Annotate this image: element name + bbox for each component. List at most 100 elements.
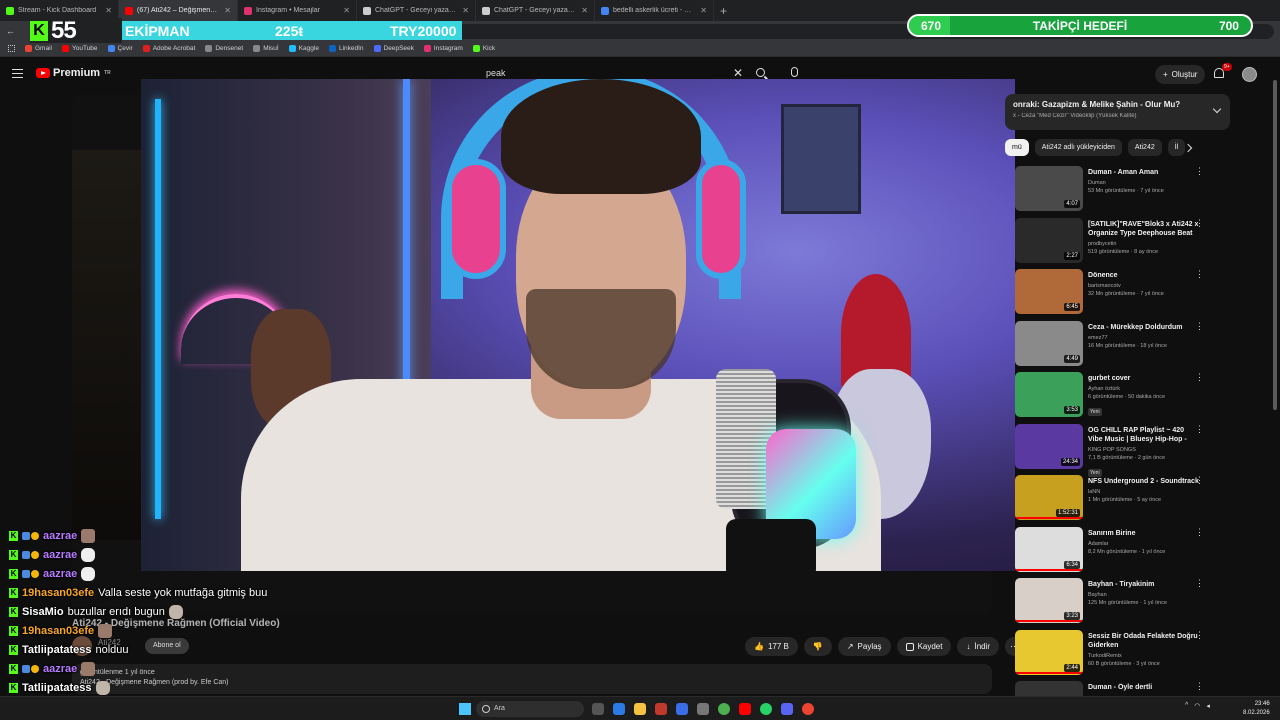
video-channel[interactable]: Ayhan öztürk [1088, 386, 1200, 392]
bookmark-item[interactable]: LinkedIn [328, 45, 364, 52]
browser-tab[interactable]: bedelli askerlik ücreti - Google✕ [595, 0, 714, 21]
bookmark-item[interactable]: DeepSeek [373, 45, 414, 52]
share-button[interactable]: ↗ Paylaş [837, 637, 891, 656]
more-options-icon[interactable]: ⋮ [1195, 682, 1204, 691]
chat-username[interactable]: aazrae [43, 530, 77, 542]
recommended-video[interactable]: 4:49 Ceza - Mürekkep Doldurdum emez77 16 Mn… [1015, 320, 1205, 367]
more-options-icon[interactable]: ⋮ [1195, 321, 1204, 330]
more-options-icon[interactable]: ⋮ [1195, 579, 1204, 588]
more-options-icon[interactable]: ⋮ [1195, 270, 1204, 279]
youtube-icon[interactable] [739, 703, 751, 715]
close-tab-icon[interactable]: ✕ [105, 6, 112, 15]
store-icon[interactable] [676, 703, 688, 715]
video-thumbnail[interactable]: 3:23 [1015, 578, 1083, 623]
recommended-video[interactable]: 24:34 OG CHILL RAP Playlist ~ 420 Vibe Mu… [1015, 423, 1205, 477]
youtube-logo[interactable]: Premium TR [36, 67, 111, 79]
recommended-video[interactable]: 3:53 gurbet cover Ayhan öztürk 6 görüntülem… [1015, 372, 1205, 418]
video-channel[interactable]: prodbycetin [1088, 241, 1200, 247]
wifi-icon[interactable]: ◠ [1194, 702, 1200, 710]
app-icon[interactable] [655, 703, 667, 715]
chevron-up-icon[interactable]: ^ [1185, 702, 1188, 710]
task-view-icon[interactable] [592, 703, 604, 715]
save-button[interactable]: Kaydet [896, 637, 952, 656]
whatsapp-icon[interactable] [760, 703, 772, 715]
hamburger-menu-icon[interactable] [12, 69, 23, 78]
video-channel[interactable]: emez77 [1088, 335, 1200, 341]
discord-icon[interactable] [781, 703, 793, 715]
chat-username[interactable]: SisaMio [22, 606, 64, 618]
chat-username[interactable]: Tatliipatatess [22, 644, 92, 656]
video-thumbnail[interactable]: 2:27 [1015, 217, 1083, 263]
filter-chip[interactable]: mü [1005, 139, 1029, 156]
more-options-icon[interactable]: ⋮ [1195, 476, 1204, 485]
video-channel[interactable]: Duman [1088, 180, 1200, 186]
settings-icon[interactable] [697, 703, 709, 715]
video-thumbnail[interactable]: 6:34 [1015, 526, 1083, 572]
recommended-video[interactable]: 1:52:31 NFS Underground 2 - Soundtrack laN… [1015, 475, 1205, 521]
bookmark-item[interactable]: Densenet [205, 45, 243, 52]
autoplay-next-panel[interactable]: onraki: Gazapizm & Melike Şahin - Olur M… [1005, 94, 1230, 130]
volume-icon[interactable]: ◂ [1206, 702, 1210, 710]
chat-username[interactable]: 19hasan03efe [22, 587, 94, 599]
file-explorer-icon[interactable] [634, 703, 646, 715]
close-tab-icon[interactable]: ✕ [581, 6, 588, 15]
account-avatar[interactable] [1242, 67, 1257, 82]
chat-username[interactable]: Tatliipatatess [22, 682, 92, 694]
video-thumbnail[interactable]: 2:44 [1015, 629, 1083, 675]
more-options-icon[interactable]: ⋮ [1195, 167, 1204, 176]
bookmark-item[interactable]: YouTube [61, 45, 98, 52]
edge-icon[interactable] [613, 703, 625, 715]
recommended-video[interactable]: 2:27 [SATILIK]"RAVE"Blok3 x Ati242 x Orga… [1015, 217, 1205, 264]
back-icon[interactable]: ← [6, 26, 15, 36]
recommended-video[interactable]: 4:07 Duman - Aman Aman Duman 53 Mn görüntül… [1015, 166, 1205, 212]
video-thumbnail[interactable]: 24:34 [1015, 423, 1083, 469]
video-thumbnail[interactable]: 4:07 [1015, 166, 1083, 211]
bookmark-item[interactable]: Instagram [423, 45, 463, 52]
browser-tab[interactable]: (67) Ati242 – Değişmene Rağmen ✕ [119, 0, 238, 21]
bookmark-item[interactable]: Misuİ [253, 45, 279, 52]
like-button[interactable]: 👍 177 B [745, 637, 798, 656]
chat-username[interactable]: aazrae [43, 549, 77, 561]
chrome-icon[interactable] [718, 703, 730, 715]
video-thumbnail[interactable]: 1:52:31 [1015, 475, 1083, 520]
bookmark-item[interactable]: Gmail [25, 45, 52, 52]
clear-search-icon[interactable]: ✕ [733, 66, 743, 80]
close-tab-icon[interactable]: ✕ [224, 6, 231, 15]
taskbar-search[interactable]: Ara [476, 701, 584, 717]
video-thumbnail[interactable]: 6:45 [1015, 269, 1083, 314]
create-button[interactable]: + Oluştur [1155, 65, 1206, 84]
video-channel[interactable]: laNN [1088, 489, 1200, 495]
browser-tab[interactable]: Instagram • Mesajlar ✕ [238, 0, 357, 21]
more-options-icon[interactable]: ⋮ [1195, 527, 1204, 536]
bookmark-item[interactable]: Adobe Acrobat [142, 45, 195, 52]
windows-start-icon[interactable] [459, 703, 471, 715]
more-options-icon[interactable]: ⋮ [1195, 373, 1204, 382]
browser-tab[interactable]: ChatGPT - Geceyi yazan adam✕ [476, 0, 595, 21]
recommended-video[interactable]: 2:44 Sessiz Bir Odada Felakete Doğru Gide… [1015, 629, 1205, 676]
more-options-icon[interactable]: ⋮ [1195, 630, 1204, 639]
apps-grid-icon[interactable] [8, 45, 15, 52]
chat-username[interactable]: aazrae [43, 663, 77, 675]
video-thumbnail[interactable]: 3:53 [1015, 372, 1083, 417]
video-channel[interactable]: Adamlar [1088, 541, 1200, 547]
recommended-video[interactable]: 3:23 Bayhan - Tiryakinim Bayhan 125 Mn görü… [1015, 578, 1205, 624]
video-channel[interactable]: TurkodiRemix [1088, 653, 1200, 659]
dislike-button[interactable]: 👎 [803, 637, 832, 656]
system-clock[interactable]: 23:46 8.02.2026 [1243, 700, 1270, 718]
video-channel[interactable]: KING POP SONGS [1088, 447, 1200, 453]
video-channel[interactable]: Bayhan [1088, 592, 1200, 598]
filter-chip[interactable]: Ati242 adlı yükleyiciden [1034, 139, 1122, 156]
close-tab-icon[interactable]: ✕ [462, 6, 469, 15]
recommended-video[interactable]: 6:34 Sanırım Birine Adamlar 8,2 Mn görüntül… [1015, 526, 1205, 573]
obs-icon[interactable] [802, 703, 814, 715]
bookmark-item[interactable]: Kaggle [288, 45, 319, 52]
video-channel[interactable]: barismancotv [1088, 283, 1200, 289]
page-scrollbar[interactable] [1273, 80, 1277, 410]
more-options-icon[interactable]: ⋮ [1195, 218, 1204, 227]
close-tab-icon[interactable]: ✕ [700, 6, 707, 15]
more-options-icon[interactable]: ⋮ [1195, 424, 1204, 433]
close-tab-icon[interactable]: ✕ [343, 6, 350, 15]
filter-chip[interactable]: Ati242 [1127, 139, 1162, 156]
bookmark-item[interactable]: Çevir [107, 45, 133, 52]
browser-tab[interactable]: ChatGPT - Geceyi yazan adam✕ [357, 0, 476, 21]
